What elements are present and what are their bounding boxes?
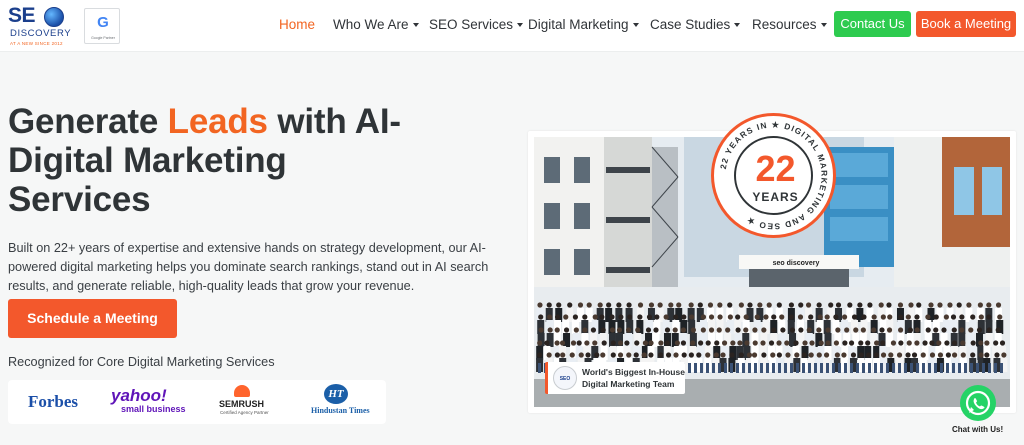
team-caption-card: SEO World's Biggest In-House Digital Mar… <box>545 362 685 394</box>
nav-digital-marketing-label: Digital Marketing <box>528 17 629 32</box>
nav-digital-marketing[interactable]: Digital Marketing <box>528 17 639 32</box>
whatsapp-icon <box>965 390 991 416</box>
team-card-line2: Digital Marketing Team <box>582 379 675 389</box>
chevron-down-icon <box>734 23 741 27</box>
forbes-logo: Forbes <box>28 392 79 411</box>
partner-logo-strip: Forbes yahoo! small business SEMRUSH Cer… <box>8 380 386 424</box>
badge-inner: 22 YEARS <box>734 136 813 215</box>
headline-part1: Generate <box>8 102 168 141</box>
logo-se-text: SE <box>8 4 36 27</box>
hindustan-times-icon: HT <box>324 384 348 404</box>
seo-discovery-logo[interactable]: SE DISCOVERY AT A NEW SINCE 2012 <box>6 4 72 48</box>
contact-us-button[interactable]: Contact Us <box>834 11 911 37</box>
nav-case-studies[interactable]: Case Studies <box>650 17 741 32</box>
globe-icon <box>44 7 64 27</box>
yahoo-small-business-text: small business <box>121 404 186 414</box>
semrush-flame-icon <box>234 385 250 397</box>
google-partner-label: Google Partner <box>91 36 115 40</box>
building-sign: seo discovery <box>773 260 820 267</box>
chevron-down-icon <box>412 23 419 27</box>
google-partner-badge: G Google Partner <box>84 8 120 44</box>
top-navbar: SE DISCOVERY AT A NEW SINCE 2012 G Googl… <box>0 0 1024 52</box>
recognized-label: Recognized for Core Digital Marketing Se… <box>8 355 275 369</box>
nav-who-we-are-label: Who We Are <box>333 17 409 32</box>
hero-description: Built on 22+ years of expertise and exte… <box>8 241 489 294</box>
nav-resources-label: Resources <box>752 17 817 32</box>
chevron-down-icon <box>820 23 827 27</box>
chevron-down-icon <box>517 23 524 27</box>
nav-seo-services[interactable]: SEO Services <box>429 17 524 32</box>
logo-discovery-text: DISCOVERY <box>10 28 72 39</box>
badge-unit: YEARS <box>752 190 799 204</box>
chevron-down-icon <box>632 23 639 27</box>
seo-discovery-mini-logo: SEO <box>553 366 577 390</box>
semrush-logo: SEMRUSH <box>219 399 265 409</box>
nav-case-studies-label: Case Studies <box>650 17 731 32</box>
logo-tagline: AT A NEW SINCE 2012 <box>10 41 63 46</box>
book-meeting-button[interactable]: Book a Meeting <box>916 11 1016 37</box>
yahoo-logo: yahoo! <box>111 386 167 405</box>
whatsapp-chat-label: Chat with Us! <box>952 425 1004 434</box>
nav-seo-services-label: SEO Services <box>429 17 514 32</box>
google-g-icon: G <box>97 14 109 31</box>
headline-highlight: Leads <box>167 102 268 141</box>
nav-home[interactable]: Home <box>279 17 315 32</box>
team-card-line1: World's Biggest In-House <box>582 367 685 377</box>
nav-resources[interactable]: Resources <box>752 17 827 32</box>
hindustan-times-logo: Hindustan Times <box>311 406 370 415</box>
semrush-subtitle: Certified Agency Partner <box>220 410 269 415</box>
badge-number: 22 <box>755 148 796 189</box>
nav-home-label: Home <box>279 17 316 32</box>
nav-who-we-are[interactable]: Who We Are <box>333 17 419 32</box>
hero-headline: Generate Leads with AI-Digital Marketing… <box>8 102 438 219</box>
schedule-meeting-button[interactable]: Schedule a Meeting <box>8 299 177 338</box>
years-badge: 22 YEARS IN ★ DIGITAL MARKETING AND SEO … <box>711 113 836 238</box>
whatsapp-chat-button[interactable] <box>960 385 996 421</box>
